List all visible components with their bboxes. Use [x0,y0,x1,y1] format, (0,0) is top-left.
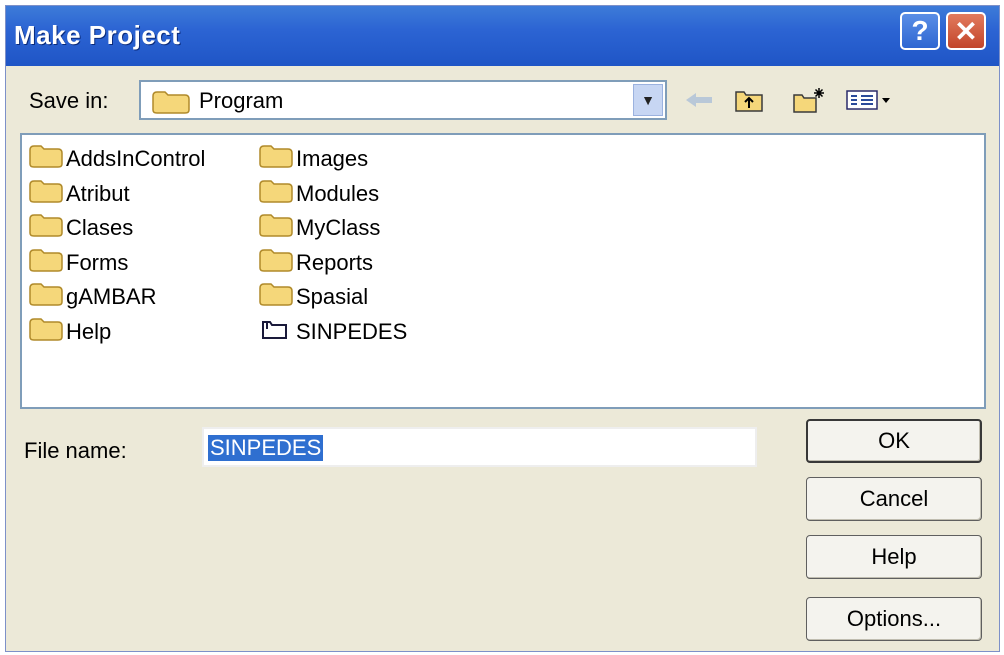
save-in-dropdown[interactable]: Program ▼ [139,80,667,120]
file-list-item[interactable]: Spasial [258,281,368,313]
file-list-item[interactable]: gAMBAR [28,281,156,313]
up-folder-icon[interactable] [732,84,766,116]
folder-icon [258,144,296,174]
folder-icon [258,179,296,209]
folder-icon [28,179,66,209]
folder-icon [258,282,296,312]
save-in-value: Program [199,88,284,113]
folder-icon [151,90,191,119]
file-list-item-label: SINPEDES [296,318,408,344]
file-list-item[interactable]: AddsInControl [28,143,205,175]
project-file-icon [258,317,296,347]
file-list[interactable]: AddsInControl Atribut Clases Forms gAMBAR Hel… [20,133,986,409]
file-name-value: SINPEDES [208,435,324,461]
folder-icon [258,213,296,243]
cancel-button[interactable]: Cancel [806,477,982,521]
file-list-item-label: Spasial [296,284,369,309]
file-list-item-label: Reports [296,249,374,275]
make-project-dialog: Make Project ? ✕ Save in: Program ▼ Adds… [5,5,1000,652]
back-arrow-icon[interactable] [682,84,716,116]
file-list-item-label: Modules [296,180,380,206]
dialog-title: Make Project [14,20,181,50]
file-list-item[interactable]: Images [258,143,368,175]
file-list-item-label: Clases [66,215,134,240]
folder-icon [28,144,66,174]
file-name-label: File name: [24,438,127,463]
help-button[interactable]: Help [806,535,982,579]
options-button[interactable]: Options... [806,597,982,641]
file-list-item-label: MyClass [296,215,381,240]
file-list-item-label: gAMBAR [66,284,157,309]
file-list-item[interactable]: Atribut [28,178,130,210]
file-list-item[interactable]: Forms [28,247,128,279]
file-list-item-label: Atribut [66,180,130,206]
file-list-item[interactable]: Modules [258,178,379,210]
folder-icon [28,213,66,243]
file-list-item-label: Help [66,318,112,344]
file-list-item-label: Forms [66,249,129,275]
folder-icon [28,317,66,347]
folder-icon [28,248,66,278]
file-list-item[interactable]: Clases [28,212,133,244]
folder-icon [258,248,296,278]
folder-icon [28,282,66,312]
view-menu-icon[interactable] [844,84,894,116]
title-bar[interactable]: Make Project ? ✕ [6,6,999,66]
save-in-label: Save in: [29,88,109,113]
close-button[interactable]: ✕ [946,12,986,50]
file-list-item-label: AddsInControl [66,146,206,171]
file-list-item-label: Images [296,146,369,171]
new-folder-icon[interactable] [792,84,826,116]
file-list-item[interactable]: MyClass [258,212,380,244]
chevron-down-icon[interactable]: ▼ [633,84,663,116]
file-list-item[interactable]: Help [28,316,111,348]
file-list-item[interactable]: SINPEDES [258,316,407,348]
file-list-item[interactable]: Reports [258,247,373,279]
help-title-button[interactable]: ? [900,12,940,50]
ok-button[interactable]: OK [806,419,982,463]
file-name-input[interactable]: SINPEDES [202,427,757,467]
